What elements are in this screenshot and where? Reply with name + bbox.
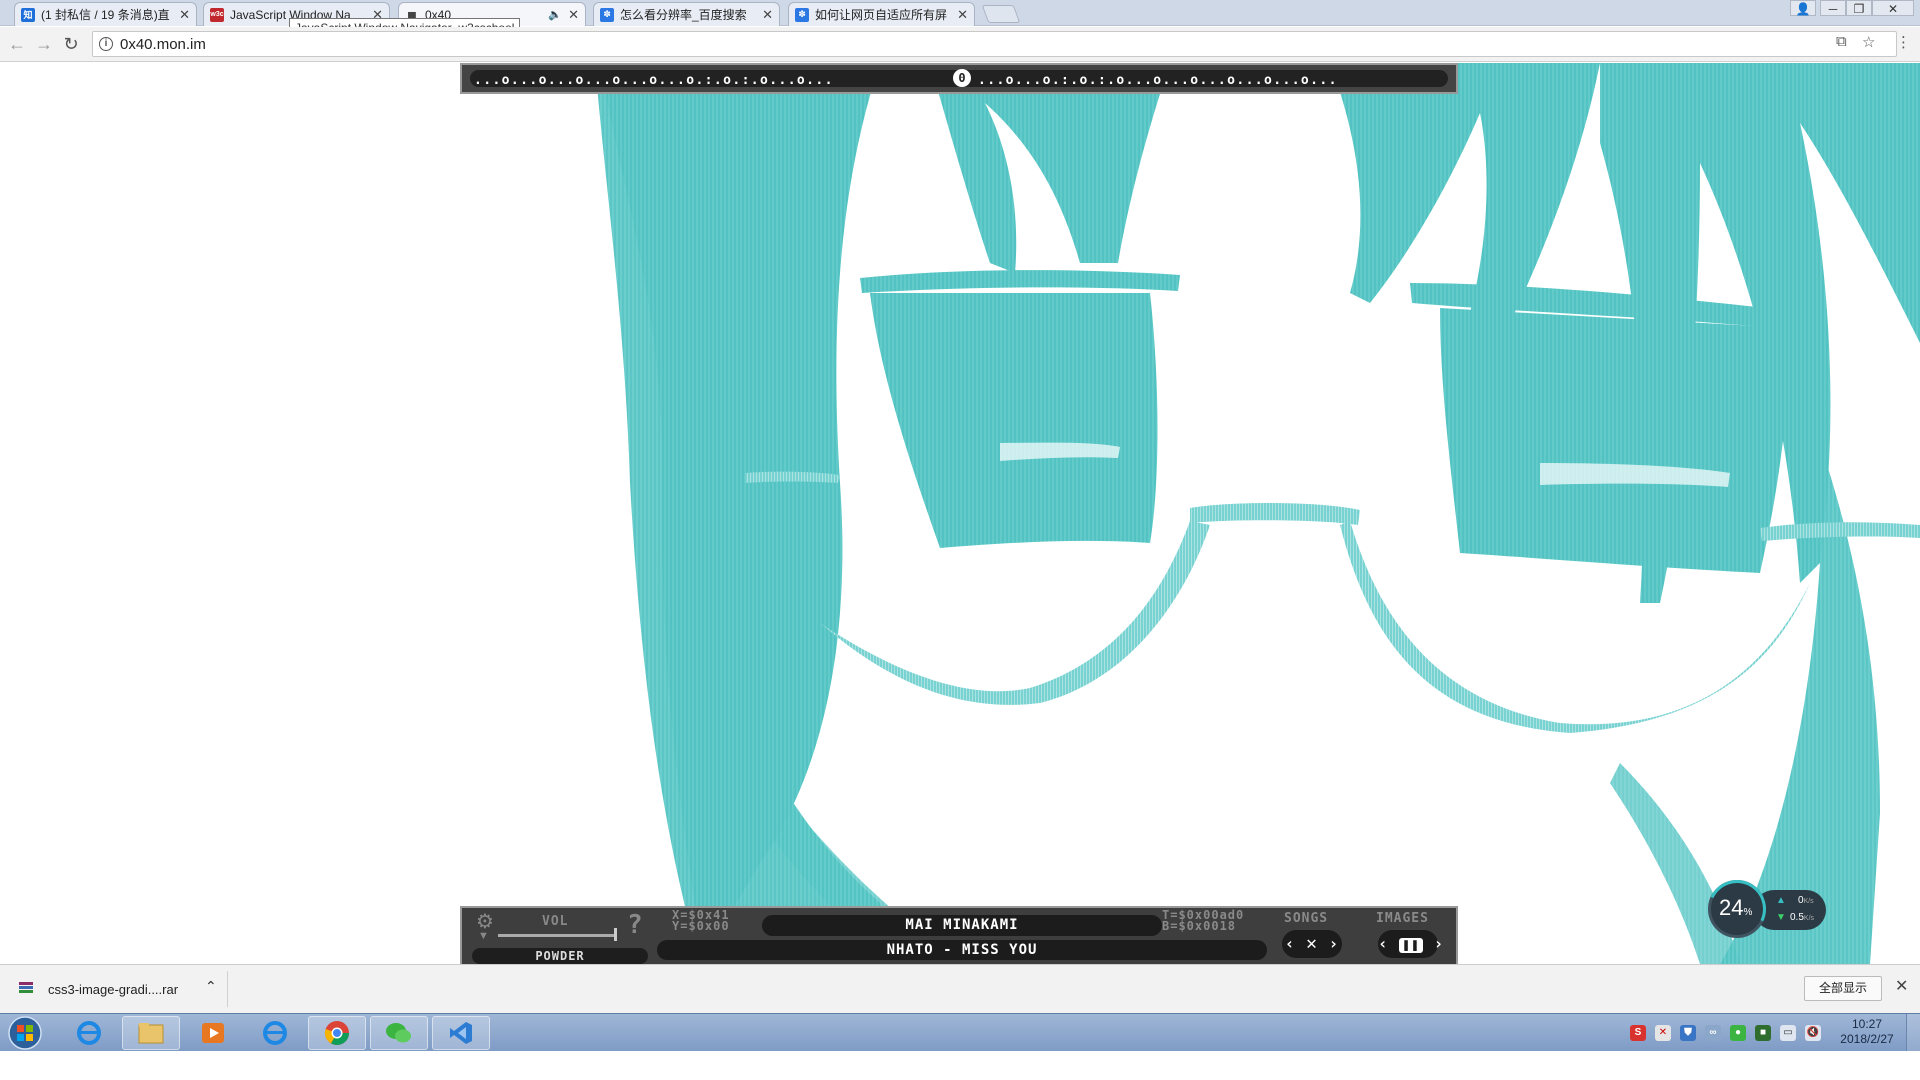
zhihu-icon: 知 bbox=[21, 7, 35, 22]
link-icon[interactable]: ∞ bbox=[1705, 1025, 1721, 1041]
songs-label: SONGS bbox=[1284, 911, 1329, 926]
gauge-percent: 24% bbox=[1719, 895, 1753, 920]
y-coordinate: Y=$0x00 bbox=[672, 919, 730, 933]
clock-date: 2018/2/27 bbox=[1840, 1032, 1894, 1046]
profile-icon[interactable]: 👤 bbox=[1790, 0, 1816, 16]
baidu-icon: ✽ bbox=[795, 7, 809, 22]
song-title[interactable]: NHATO - MISS YOU bbox=[657, 940, 1267, 960]
input-method-icon[interactable]: S bbox=[1630, 1025, 1646, 1041]
wechat-tray-icon[interactable]: ● bbox=[1730, 1025, 1746, 1041]
artist-name[interactable]: MAI MINAKAMI bbox=[762, 915, 1162, 936]
network-monitor[interactable]: ▲ 0K/s ▼ 0.5K/s 24% bbox=[1699, 871, 1828, 947]
upload-arrow-icon: ▲ bbox=[1776, 895, 1786, 906]
close-icon[interactable]: ✕ bbox=[957, 7, 968, 23]
info-icon[interactable]: i bbox=[99, 37, 113, 51]
reload-icon[interactable]: ↻ bbox=[60, 34, 82, 54]
forward-arrow-icon[interactable]: → bbox=[33, 34, 55, 54]
anime-artwork bbox=[595, 63, 1920, 964]
volume-slider[interactable] bbox=[498, 934, 616, 937]
back-arrow-icon[interactable]: ← bbox=[6, 34, 28, 54]
wechat-icon[interactable] bbox=[370, 1016, 428, 1050]
tab-baidu-adaptive[interactable]: ✽ 如何让网页自适应所有屏 ✕ bbox=[788, 2, 975, 26]
tab-title: (1 封私信 / 19 条消息)直 bbox=[41, 8, 170, 22]
help-icon[interactable]: ? bbox=[627, 911, 644, 939]
next-image-icon[interactable]: › bbox=[1434, 934, 1445, 953]
tab-zhihu[interactable]: 知 (1 封私信 / 19 条消息)直 ✕ bbox=[14, 2, 197, 26]
vscode-icon[interactable] bbox=[432, 1016, 490, 1050]
tab-title: 怎么看分辨率_百度搜索 bbox=[620, 8, 747, 22]
show-all-button[interactable]: 全部显示 bbox=[1804, 976, 1882, 1001]
menu-icon[interactable]: ⋮ bbox=[1896, 33, 1911, 51]
explorer-icon[interactable] bbox=[122, 1016, 180, 1050]
close-icon[interactable]: ✕ bbox=[568, 7, 579, 23]
ie-icon[interactable] bbox=[246, 1016, 304, 1050]
tab-baidu-resolution[interactable]: ✽ 怎么看分辨率_百度搜索 ✕ bbox=[593, 2, 780, 26]
beat-buffer-left: ...o...o...o...o...o...o.:.o.:.o...o... bbox=[474, 73, 834, 88]
images-controls: ‹ ❚❚ › bbox=[1378, 930, 1443, 958]
upload-speed: 0K/s bbox=[1798, 895, 1814, 906]
nvidia-icon[interactable]: ■ bbox=[1755, 1025, 1771, 1041]
shuffle-icon[interactable]: ✕ bbox=[1306, 933, 1318, 954]
page-viewport: ...o...o...o...o...o...o.:.o.:.o...o... … bbox=[0, 63, 1920, 964]
screen-margin bbox=[0, 1051, 1920, 1080]
powder-label: POWDER bbox=[472, 948, 648, 964]
tab-strip: 知 (1 封私信 / 19 条消息)直 ✕ w3c JavaScript Win… bbox=[0, 0, 1920, 26]
translate-icon[interactable]: ⧉ bbox=[1836, 33, 1847, 50]
w3cschool-icon: w3c bbox=[210, 7, 224, 22]
prev-song-icon[interactable]: ‹ bbox=[1285, 934, 1296, 953]
star-icon[interactable]: ☆ bbox=[1862, 33, 1875, 51]
images-label: IMAGES bbox=[1376, 911, 1429, 926]
media-player-icon[interactable] bbox=[184, 1016, 242, 1050]
volume-label: VOL bbox=[542, 914, 569, 929]
tab-title: 如何让网页自适应所有屏 bbox=[815, 8, 948, 22]
archive-icon bbox=[19, 982, 33, 993]
restore-button[interactable]: ❐ bbox=[1846, 0, 1872, 16]
beat-buffer-right: ...o...o.:.o.:.o...o...o...o...o...o... bbox=[978, 73, 1338, 88]
beat-coordinate: B=$0x0018 bbox=[1162, 919, 1237, 933]
songs-controls: ‹ ✕ › bbox=[1282, 930, 1342, 958]
prev-image-icon[interactable]: ‹ bbox=[1378, 934, 1389, 953]
start-button[interactable] bbox=[4, 1015, 46, 1051]
minimize-button[interactable]: ─ bbox=[1820, 0, 1846, 16]
baidu-icon: ✽ bbox=[600, 7, 614, 22]
speaker-icon[interactable]: 🔈 bbox=[548, 8, 562, 21]
chevron-down-icon[interactable]: ▼ bbox=[478, 930, 489, 942]
beat-center-indicator: 0 bbox=[953, 69, 971, 87]
taskbar: S ✕ ⛊ ∞ ● ■ ▭ 🔇 10:27 2018/2/27 bbox=[0, 1013, 1920, 1052]
clock-time: 10:27 bbox=[1851, 1017, 1883, 1031]
url-text[interactable]: 0x40.mon.im bbox=[120, 36, 206, 53]
close-icon[interactable]: ✕ bbox=[762, 7, 773, 23]
ie-icon[interactable] bbox=[60, 1016, 118, 1050]
download-filename: css3-image-gradi....rar bbox=[48, 982, 179, 997]
new-tab-button[interactable] bbox=[981, 5, 1021, 23]
beat-strip: ...o...o...o...o...o...o.:.o.:.o...o... … bbox=[470, 69, 1448, 88]
gear-icon[interactable]: ⚙ bbox=[476, 912, 496, 932]
cpu-gauge: 24% bbox=[1699, 871, 1775, 947]
show-desktop-button[interactable] bbox=[1906, 1014, 1920, 1052]
volume-muted-icon[interactable]: 🔇 bbox=[1805, 1025, 1821, 1041]
chevron-up-icon[interactable]: ⌃ bbox=[205, 978, 217, 995]
close-icon[interactable]: ✕ bbox=[179, 7, 190, 23]
download-speed: 0.5K/s bbox=[1790, 912, 1815, 923]
close-window-button[interactable]: ✕ bbox=[1872, 0, 1914, 16]
control-panel: ⚙ ▼ VOL ? POWDER X=$0x41 Y=$0x00 MAI MIN… bbox=[460, 906, 1458, 964]
system-tray: S ✕ ⛊ ∞ ● ■ ▭ 🔇 bbox=[1630, 1022, 1821, 1044]
download-arrow-icon: ▼ bbox=[1776, 912, 1786, 923]
chrome-icon[interactable] bbox=[308, 1016, 366, 1050]
shield-icon[interactable]: ⛊ bbox=[1680, 1025, 1696, 1041]
beat-bar: ...o...o...o...o...o...o.:.o.:.o...o... … bbox=[460, 63, 1458, 94]
close-icon[interactable]: ✕ bbox=[1895, 976, 1908, 996]
monitor-icon[interactable]: ▭ bbox=[1780, 1025, 1796, 1041]
clock[interactable]: 10:27 2018/2/27 bbox=[1832, 1017, 1902, 1047]
address-bar[interactable]: i 0x40.mon.im bbox=[92, 31, 1897, 57]
download-shelf: css3-image-gradi....rar ⌃ 全部显示 ✕ bbox=[0, 964, 1920, 1013]
pause-icon[interactable]: ❚❚ bbox=[1399, 938, 1423, 953]
volume-knob[interactable] bbox=[614, 928, 617, 941]
download-item[interactable]: css3-image-gradi....rar ⌃ bbox=[8, 971, 228, 1007]
next-song-icon[interactable]: › bbox=[1329, 934, 1340, 953]
network-error-icon[interactable]: ✕ bbox=[1655, 1025, 1671, 1041]
browser-toolbar: ← → ↻ i 0x40.mon.im ⧉ ☆ ⋮ bbox=[0, 27, 1920, 62]
